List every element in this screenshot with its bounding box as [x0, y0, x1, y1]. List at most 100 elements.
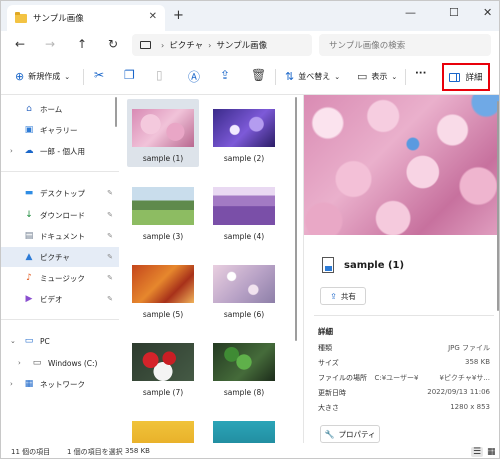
pin-icon[interactable]: ✎ — [107, 189, 113, 197]
file-name: sample (1) — [142, 154, 184, 163]
desktop-icon: ▬ — [24, 188, 34, 198]
sidebar-item-pc[interactable]: ⌄ ▭ PC — [1, 331, 119, 351]
sidebar-item-label: 一郎 - 個人用 — [40, 146, 85, 156]
file-tile-sample-4[interactable]: sample (4) — [208, 177, 280, 245]
view-button[interactable]: ▭ 表示 ⌄ — [357, 70, 397, 83]
divider — [314, 315, 494, 316]
sidebar-item-downloads[interactable]: ↓ ダウンロード ✎ — [1, 205, 119, 225]
command-bar: ⊕ 新規作成 ⌄ ✂ ❐ ▯ Ⓐ ⇪ 🗑 ⇅ 並べ替え ⌄ ▭ 表示 ⌄ ··· — [1, 59, 499, 95]
pictures-icon: ▲ — [25, 252, 33, 262]
cut-icon[interactable]: ✂ — [94, 68, 104, 82]
properties-label: プロパティ — [338, 429, 376, 439]
properties-button[interactable]: 🔧 プロパティ — [320, 425, 380, 443]
chevron-down-icon: ⌄ — [391, 72, 398, 81]
refresh-button[interactable]: ↻ — [108, 37, 118, 51]
thumbnail-green-leaves — [213, 343, 275, 381]
file-name: sample (3) — [142, 232, 184, 241]
breadcrumb-pictures[interactable]: ピクチャ — [169, 39, 203, 51]
sidebar-item-pictures[interactable]: ▲ ピクチャ ✎ — [1, 247, 119, 267]
new-tab-button[interactable]: + — [173, 8, 184, 23]
chevron-right-icon[interactable]: › — [18, 359, 21, 367]
search-input[interactable]: サンプル画像の検索 — [319, 34, 491, 56]
tab-sample-images[interactable]: サンプル画像 ✕ — [7, 5, 165, 31]
file-tile-sample-6[interactable]: sample (6) — [208, 255, 280, 323]
more-options-button[interactable]: ··· — [415, 68, 426, 79]
rename-icon[interactable]: Ⓐ — [188, 68, 200, 85]
content-scrollbar[interactable] — [295, 97, 297, 341]
file-tile-sample-7[interactable]: sample (7) — [127, 333, 199, 401]
pc-icon: ▭ — [24, 336, 34, 346]
breadcrumb-separator-icon: › — [161, 40, 165, 50]
minimize-button[interactable]: — — [405, 6, 416, 19]
details-pane-button[interactable]: 詳細 — [442, 63, 490, 91]
pin-icon[interactable]: ✎ — [107, 274, 113, 282]
share-label: 共有 — [340, 291, 356, 301]
maximize-button[interactable]: ☐ — [449, 6, 459, 19]
property-key: ファイルの場所 — [318, 374, 367, 382]
sidebar-item-network[interactable]: › ▦ ネットワーク — [1, 374, 119, 394]
address-bar[interactable]: › ピクチャ › サンプル画像 — [132, 34, 312, 56]
file-tile-sample-8[interactable]: sample (8) — [208, 333, 280, 401]
preview-file-title: sample (1) — [344, 260, 405, 271]
tiles-view-icon[interactable]: ▦ — [487, 447, 496, 457]
new-button[interactable]: ⊕ 新規作成 ⌄ — [15, 70, 70, 83]
sidebar-item-music[interactable]: ♪ ミュージック ✎ — [1, 268, 119, 288]
paste-icon[interactable]: ▯ — [156, 68, 163, 82]
pin-icon[interactable]: ✎ — [107, 211, 113, 219]
breadcrumb-sample-images[interactable]: サンプル画像 — [216, 39, 267, 51]
file-name: sample (8) — [223, 388, 265, 397]
details-section-heading: 詳細 — [318, 327, 333, 336]
sidebar-scrollbar[interactable] — [115, 97, 117, 127]
sidebar-item-documents[interactable]: ▤ ドキュメント ✎ — [1, 226, 119, 246]
forward-button[interactable]: → — [45, 37, 55, 51]
up-button[interactable]: ↑ — [77, 37, 87, 51]
file-name: sample (2) — [223, 154, 265, 163]
explorer-window: サンプル画像 ✕ + — ☐ ✕ ← → ↑ ↻ › ピクチャ › サンプル画像… — [0, 0, 500, 459]
delete-icon[interactable]: 🗑 — [251, 68, 266, 82]
details-scrollbar[interactable] — [497, 101, 499, 311]
property-key: 更新日時 — [318, 389, 346, 397]
file-tile-sample-10[interactable] — [208, 411, 280, 443]
sidebar-item-label: ドキュメント — [40, 231, 85, 241]
file-tile-sample-5[interactable]: sample (5) — [127, 255, 199, 323]
sidebar-item-label: ミュージック — [40, 273, 85, 283]
file-tile-sample-9[interactable] — [127, 411, 199, 443]
sidebar-item-label: ビデオ — [40, 294, 63, 304]
divider — [1, 319, 119, 320]
file-tile-sample-2[interactable]: sample (2) — [208, 99, 280, 167]
sidebar-item-label: デスクトップ — [40, 188, 85, 198]
close-window-button[interactable]: ✕ — [483, 6, 492, 19]
chevron-down-icon[interactable]: ⌄ — [10, 337, 16, 345]
property-value: 1280 x 853 — [450, 403, 490, 411]
sidebar-item-onedrive[interactable]: › ☁ 一郎 - 個人用 — [1, 141, 119, 161]
sort-button[interactable]: ⇅ 並べ替え ⌄ — [285, 70, 340, 83]
details-pane: sample (1) ⇪ 共有 詳細 種類 JPG ファイル サイズ 358 K… — [303, 95, 499, 443]
chevron-right-icon[interactable]: › — [10, 147, 13, 155]
pin-icon[interactable]: ✎ — [107, 253, 113, 261]
file-tile-sample-3[interactable]: sample (3) — [127, 177, 199, 245]
tab-close-icon[interactable]: ✕ — [149, 11, 157, 22]
sidebar-item-gallery[interactable]: ▣ ギャラリー — [1, 120, 119, 140]
thumbnail-mountain-lake — [132, 187, 194, 225]
details-pane-icon — [449, 72, 461, 82]
title-bar: サンプル画像 ✕ + — ☐ ✕ — [1, 1, 499, 31]
sidebar-item-videos[interactable]: ▶ ビデオ ✎ — [1, 289, 119, 309]
back-button[interactable]: ← — [15, 37, 25, 51]
sidebar-item-windows-c[interactable]: › ▭ Windows (C:) — [1, 353, 119, 373]
property-key: サイズ — [318, 359, 339, 367]
chevron-right-icon[interactable]: › — [10, 380, 13, 388]
property-key: 大きさ — [318, 404, 339, 412]
sidebar-item-home[interactable]: ⌂ ホーム — [1, 99, 119, 119]
file-tile-sample-1[interactable]: sample (1) — [127, 99, 199, 167]
file-name: sample (6) — [223, 310, 265, 319]
details-view-icon[interactable]: ☰ — [471, 447, 484, 457]
pin-icon[interactable]: ✎ — [107, 232, 113, 240]
sidebar-item-label: ホーム — [40, 104, 63, 114]
sidebar-item-desktop[interactable]: ▬ デスクトップ ✎ — [1, 183, 119, 203]
pin-icon[interactable]: ✎ — [107, 295, 113, 303]
share-icon[interactable]: ⇪ — [220, 68, 230, 82]
share-button[interactable]: ⇪ 共有 — [320, 287, 366, 305]
copy-icon[interactable]: ❐ — [124, 68, 135, 82]
chevron-down-icon: ⌄ — [64, 72, 71, 81]
view-label: 表示 — [371, 72, 388, 81]
